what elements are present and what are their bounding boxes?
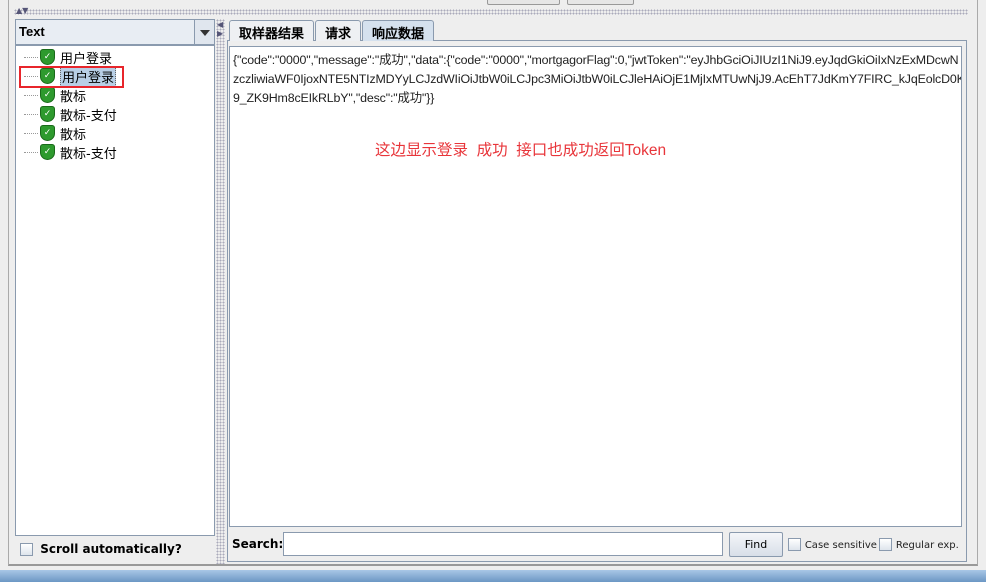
regular-exp-label: Regular exp. xyxy=(895,540,959,551)
chevron-down-icon[interactable] xyxy=(194,20,214,44)
renderer-select[interactable]: Text xyxy=(15,19,215,45)
case-sensitive-checkbox[interactable]: Case sensitive xyxy=(788,537,877,551)
toolbar-button[interactable] xyxy=(487,0,560,5)
success-shield-icon: ✓ xyxy=(41,145,54,159)
tree-item-label: 散标-支付 xyxy=(60,146,117,162)
response-line: zczliwiaWF0IjoxNTE5NTIzMDYyLCJzdWIiOiJtb… xyxy=(233,72,962,86)
highlight-box xyxy=(19,66,124,88)
case-sensitive-label: Case sensitive xyxy=(804,540,877,551)
success-shield-icon: ✓ xyxy=(41,50,54,64)
annotation-text: 这边显示登录 成功 接口也成功返回Token xyxy=(375,142,667,159)
tree-item[interactable]: ✓ 散标-支付 xyxy=(24,143,117,162)
renderer-select-value: Text xyxy=(19,24,45,39)
search-label: Search: xyxy=(232,537,284,551)
tree-item-label: 散标-支付 xyxy=(60,108,117,124)
taskbar xyxy=(0,570,986,582)
tree-item-label: 散标 xyxy=(60,89,87,105)
tree-item-label: 散标 xyxy=(60,127,87,143)
checkbox-icon[interactable] xyxy=(788,538,801,551)
regular-exp-checkbox[interactable]: Regular exp. xyxy=(879,537,959,551)
checkbox-icon[interactable] xyxy=(20,543,33,556)
response-line: {"code":"0000","message":"成功","data":{"c… xyxy=(233,53,959,67)
checkbox-icon[interactable] xyxy=(879,538,892,551)
splitter-horizontal[interactable] xyxy=(14,9,968,15)
tab-request[interactable]: 请求 xyxy=(315,20,362,42)
tree-item[interactable]: ✓ 散标 xyxy=(24,86,87,105)
tree-item[interactable]: ✓ 散标-支付 xyxy=(24,105,117,124)
collapse-arrows-icon[interactable]: ▲▼ xyxy=(16,6,28,15)
search-input[interactable] xyxy=(283,532,723,556)
splitter-arrows-icon[interactable]: ◀ ▶ xyxy=(217,20,223,38)
tab-response-data[interactable]: 响应数据 xyxy=(362,20,435,42)
success-shield-icon: ✓ xyxy=(41,107,54,121)
splitter-vertical[interactable] xyxy=(216,19,225,564)
response-line: 9_ZK9Hm8cEIkRLbY","desc":"成功"}} xyxy=(233,91,435,105)
tree-item-label: 用户登录 xyxy=(60,51,113,67)
scroll-automatically-label: Scroll automatically? xyxy=(40,542,182,556)
scroll-automatically-checkbox[interactable]: Scroll automatically? xyxy=(20,542,182,556)
tree-item[interactable]: ✓ 散标 xyxy=(24,124,87,143)
find-button[interactable]: Find xyxy=(729,532,783,557)
success-shield-icon: ✓ xyxy=(41,126,54,140)
response-body[interactable]: {"code":"0000","message":"成功","data":{"c… xyxy=(229,46,962,527)
tree-item[interactable]: ✓ 用户登录 xyxy=(24,48,113,67)
success-shield-icon: ✓ xyxy=(41,88,54,102)
toolbar-button[interactable] xyxy=(567,0,634,5)
tab-sampler-result[interactable]: 取样器结果 xyxy=(229,20,315,42)
results-tree: ✓ 用户登录 ✓ 用户登录 ✓ 散标 ✓ 散标-支付 ✓ 散标 ✓ 散标-支付 xyxy=(15,45,215,536)
